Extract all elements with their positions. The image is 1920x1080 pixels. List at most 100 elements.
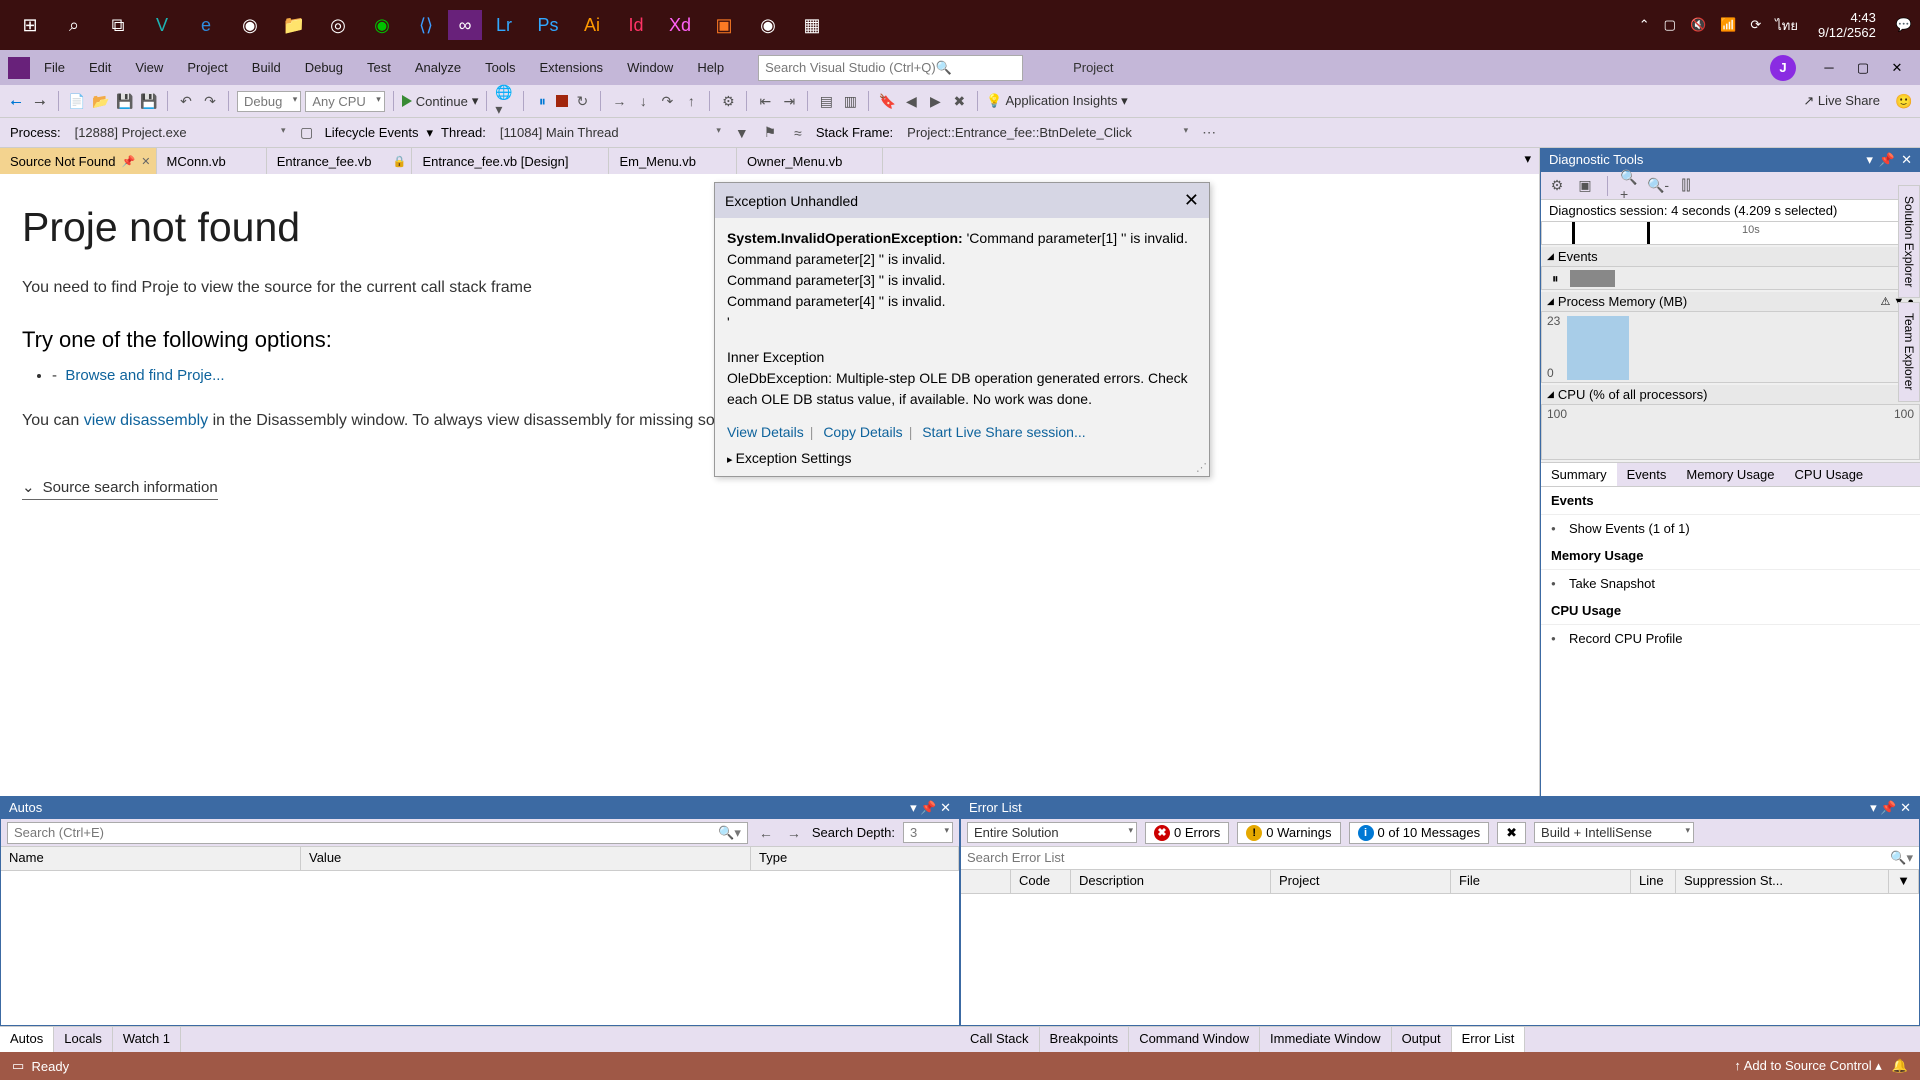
stack-frame-combo[interactable]: Project::Entrance_fee::BtnDelete_Click	[901, 123, 1191, 142]
tab-immediate-window[interactable]: Immediate Window	[1260, 1027, 1392, 1052]
pin-icon[interactable]: 📌	[122, 155, 136, 168]
autos-search-input[interactable]: Search (Ctrl+E) 🔍▾	[7, 822, 748, 844]
step-over-icon[interactable]: ↷	[657, 91, 677, 111]
stop-icon[interactable]	[556, 95, 568, 107]
close-button[interactable]: ✕	[1882, 55, 1912, 81]
app-v-icon[interactable]: V	[140, 5, 184, 45]
errors-filter[interactable]: ✖0 Errors	[1145, 822, 1229, 844]
menu-test[interactable]: Test	[357, 56, 401, 79]
steam-icon[interactable]: ◉	[746, 5, 790, 45]
warnings-filter[interactable]: !0 Warnings	[1237, 822, 1340, 844]
restart-icon[interactable]: ↻	[572, 91, 592, 111]
pause-icon[interactable]: ⏸	[532, 91, 552, 111]
task-view-icon[interactable]: ⧉	[96, 5, 140, 45]
menu-project[interactable]: Project	[177, 56, 237, 79]
reset-zoom-icon[interactable]: ⫿⫿	[1676, 176, 1696, 196]
menu-debug[interactable]: Debug	[295, 56, 353, 79]
settings-icon[interactable]: ⚙	[1547, 176, 1567, 196]
photoshop-icon[interactable]: Ps	[526, 5, 570, 45]
indent-left-icon[interactable]: ⇤	[755, 91, 775, 111]
tab-overflow-icon[interactable]: ▾	[1516, 148, 1539, 174]
tray-lang[interactable]: ไทย	[1775, 15, 1798, 36]
tray-wifi-icon[interactable]: 📶	[1720, 17, 1736, 33]
tray-volume-icon[interactable]: 🔇	[1690, 17, 1706, 33]
continue-button[interactable]: Continue ▾	[402, 93, 479, 109]
tab-command-window[interactable]: Command Window	[1129, 1027, 1260, 1052]
filter-icon[interactable]: ▼	[1889, 870, 1919, 893]
record-cpu-button[interactable]: Record CPU Profile	[1541, 625, 1920, 652]
tab-owner-menu[interactable]: Owner_Menu.vb	[737, 148, 883, 174]
liveshare-link[interactable]: Start Live Share session...	[922, 424, 1085, 440]
bookmark-next-icon[interactable]: ▶	[925, 91, 945, 111]
copy-details-link[interactable]: Copy Details	[823, 424, 902, 440]
browse-link[interactable]: Browse and find Proje...	[65, 367, 224, 384]
resize-grip-icon[interactable]: ⋰	[1196, 461, 1207, 474]
menu-view[interactable]: View	[125, 56, 173, 79]
events-header[interactable]: Events	[1541, 247, 1920, 266]
save-icon[interactable]: 💾	[115, 91, 135, 111]
debug-tool-icon[interactable]: ⚙	[718, 91, 738, 111]
next-statement-icon[interactable]: →	[609, 91, 629, 111]
tray-battery-icon[interactable]: ▢	[1664, 17, 1676, 33]
explorer-icon[interactable]: 📁	[272, 5, 316, 45]
bookmark-icon[interactable]: 🔖	[877, 91, 897, 111]
save-all-icon[interactable]: 💾	[139, 91, 159, 111]
pin-icon[interactable]: 📌	[1879, 152, 1895, 168]
clear-filter-icon[interactable]: ✖	[1497, 822, 1526, 844]
pause-icon[interactable]: ⏸	[1552, 271, 1559, 287]
tab-autos[interactable]: Autos	[0, 1027, 54, 1052]
popup-close-icon[interactable]: ✕	[1184, 190, 1199, 211]
vscode-icon[interactable]: ⟨⟩	[404, 5, 448, 45]
depth-combo[interactable]: 3	[903, 822, 953, 843]
vs-taskbar-icon[interactable]: ∞	[448, 10, 482, 40]
open-icon[interactable]: 📂	[91, 91, 111, 111]
close-icon[interactable]: ✕	[141, 155, 150, 168]
tab-mconn[interactable]: MConn.vb	[157, 148, 267, 174]
tab-em-menu[interactable]: Em_Menu.vb	[609, 148, 737, 174]
process-combo[interactable]: [12888] Project.exe	[69, 123, 289, 142]
select-tools-icon[interactable]: ▣	[1575, 176, 1595, 196]
window-pos-icon[interactable]: ▾	[1866, 152, 1873, 168]
undo-icon[interactable]: ↶	[176, 91, 196, 111]
platform-combo[interactable]: Any CPU	[305, 91, 384, 112]
team-explorer-tab[interactable]: Team Explorer	[1898, 302, 1920, 401]
chrome-icon[interactable]: ◉	[228, 5, 272, 45]
errorlist-search-input[interactable]: Search Error List🔍▾	[961, 847, 1919, 870]
forward-icon[interactable]: ⭢	[30, 91, 50, 111]
thread-combo[interactable]: [11084] Main Thread	[494, 123, 724, 142]
xampp-icon[interactable]: ▣	[702, 5, 746, 45]
close-icon[interactable]: ✕	[1901, 152, 1912, 168]
zoom-in-icon[interactable]: 🔍+	[1620, 176, 1640, 196]
tab-cpu-usage[interactable]: CPU Usage	[1785, 463, 1874, 486]
tab-error-list[interactable]: Error List	[1452, 1027, 1526, 1052]
messages-filter[interactable]: i0 of 10 Messages	[1349, 822, 1490, 844]
app-insights-button[interactable]: 💡 Application Insights ▾	[986, 93, 1127, 109]
menu-help[interactable]: Help	[687, 56, 734, 79]
lifecycle-button[interactable]: Lifecycle Events	[325, 125, 419, 140]
flag-icon[interactable]: ⚑	[760, 123, 780, 143]
obs-icon[interactable]: ◎	[316, 5, 360, 45]
live-share-button[interactable]: ↗ Live Share	[1803, 93, 1880, 109]
start-icon[interactable]: ⊞	[8, 5, 52, 45]
view-details-link[interactable]: View Details	[727, 424, 804, 440]
app-misc-icon[interactable]: ▦	[790, 5, 834, 45]
feedback-icon[interactable]: 🙂	[1894, 91, 1914, 111]
view-disassembly-link[interactable]: view disassembly	[84, 412, 208, 429]
tray-notification-icon[interactable]: 💬	[1896, 17, 1912, 33]
tab-summary[interactable]: Summary	[1541, 463, 1617, 486]
tab-call-stack[interactable]: Call Stack	[960, 1027, 1040, 1052]
menu-file[interactable]: File	[34, 56, 75, 79]
timeline[interactable]: 10s	[1541, 221, 1920, 245]
source-control-button[interactable]: ↑ Add to Source Control ▴	[1734, 1058, 1881, 1074]
tab-entrance-fee-design[interactable]: Entrance_fee.vb [Design]	[412, 148, 609, 174]
take-snapshot-button[interactable]: Take Snapshot	[1541, 570, 1920, 597]
exception-settings-expander[interactable]: Exception Settings	[715, 446, 1209, 476]
tray-sync-icon[interactable]: ⟳	[1750, 17, 1761, 33]
scope-combo[interactable]: Entire Solution	[967, 822, 1137, 843]
tab-entrance-fee[interactable]: Entrance_fee.vb🔒	[267, 148, 413, 174]
search-icon[interactable]: ⌕	[52, 5, 96, 45]
tab-breakpoints[interactable]: Breakpoints	[1040, 1027, 1130, 1052]
tray-chevron-icon[interactable]: ⌃	[1639, 17, 1650, 33]
show-events-button[interactable]: Show Events (1 of 1)	[1541, 515, 1920, 542]
menu-tools[interactable]: Tools	[475, 56, 525, 79]
